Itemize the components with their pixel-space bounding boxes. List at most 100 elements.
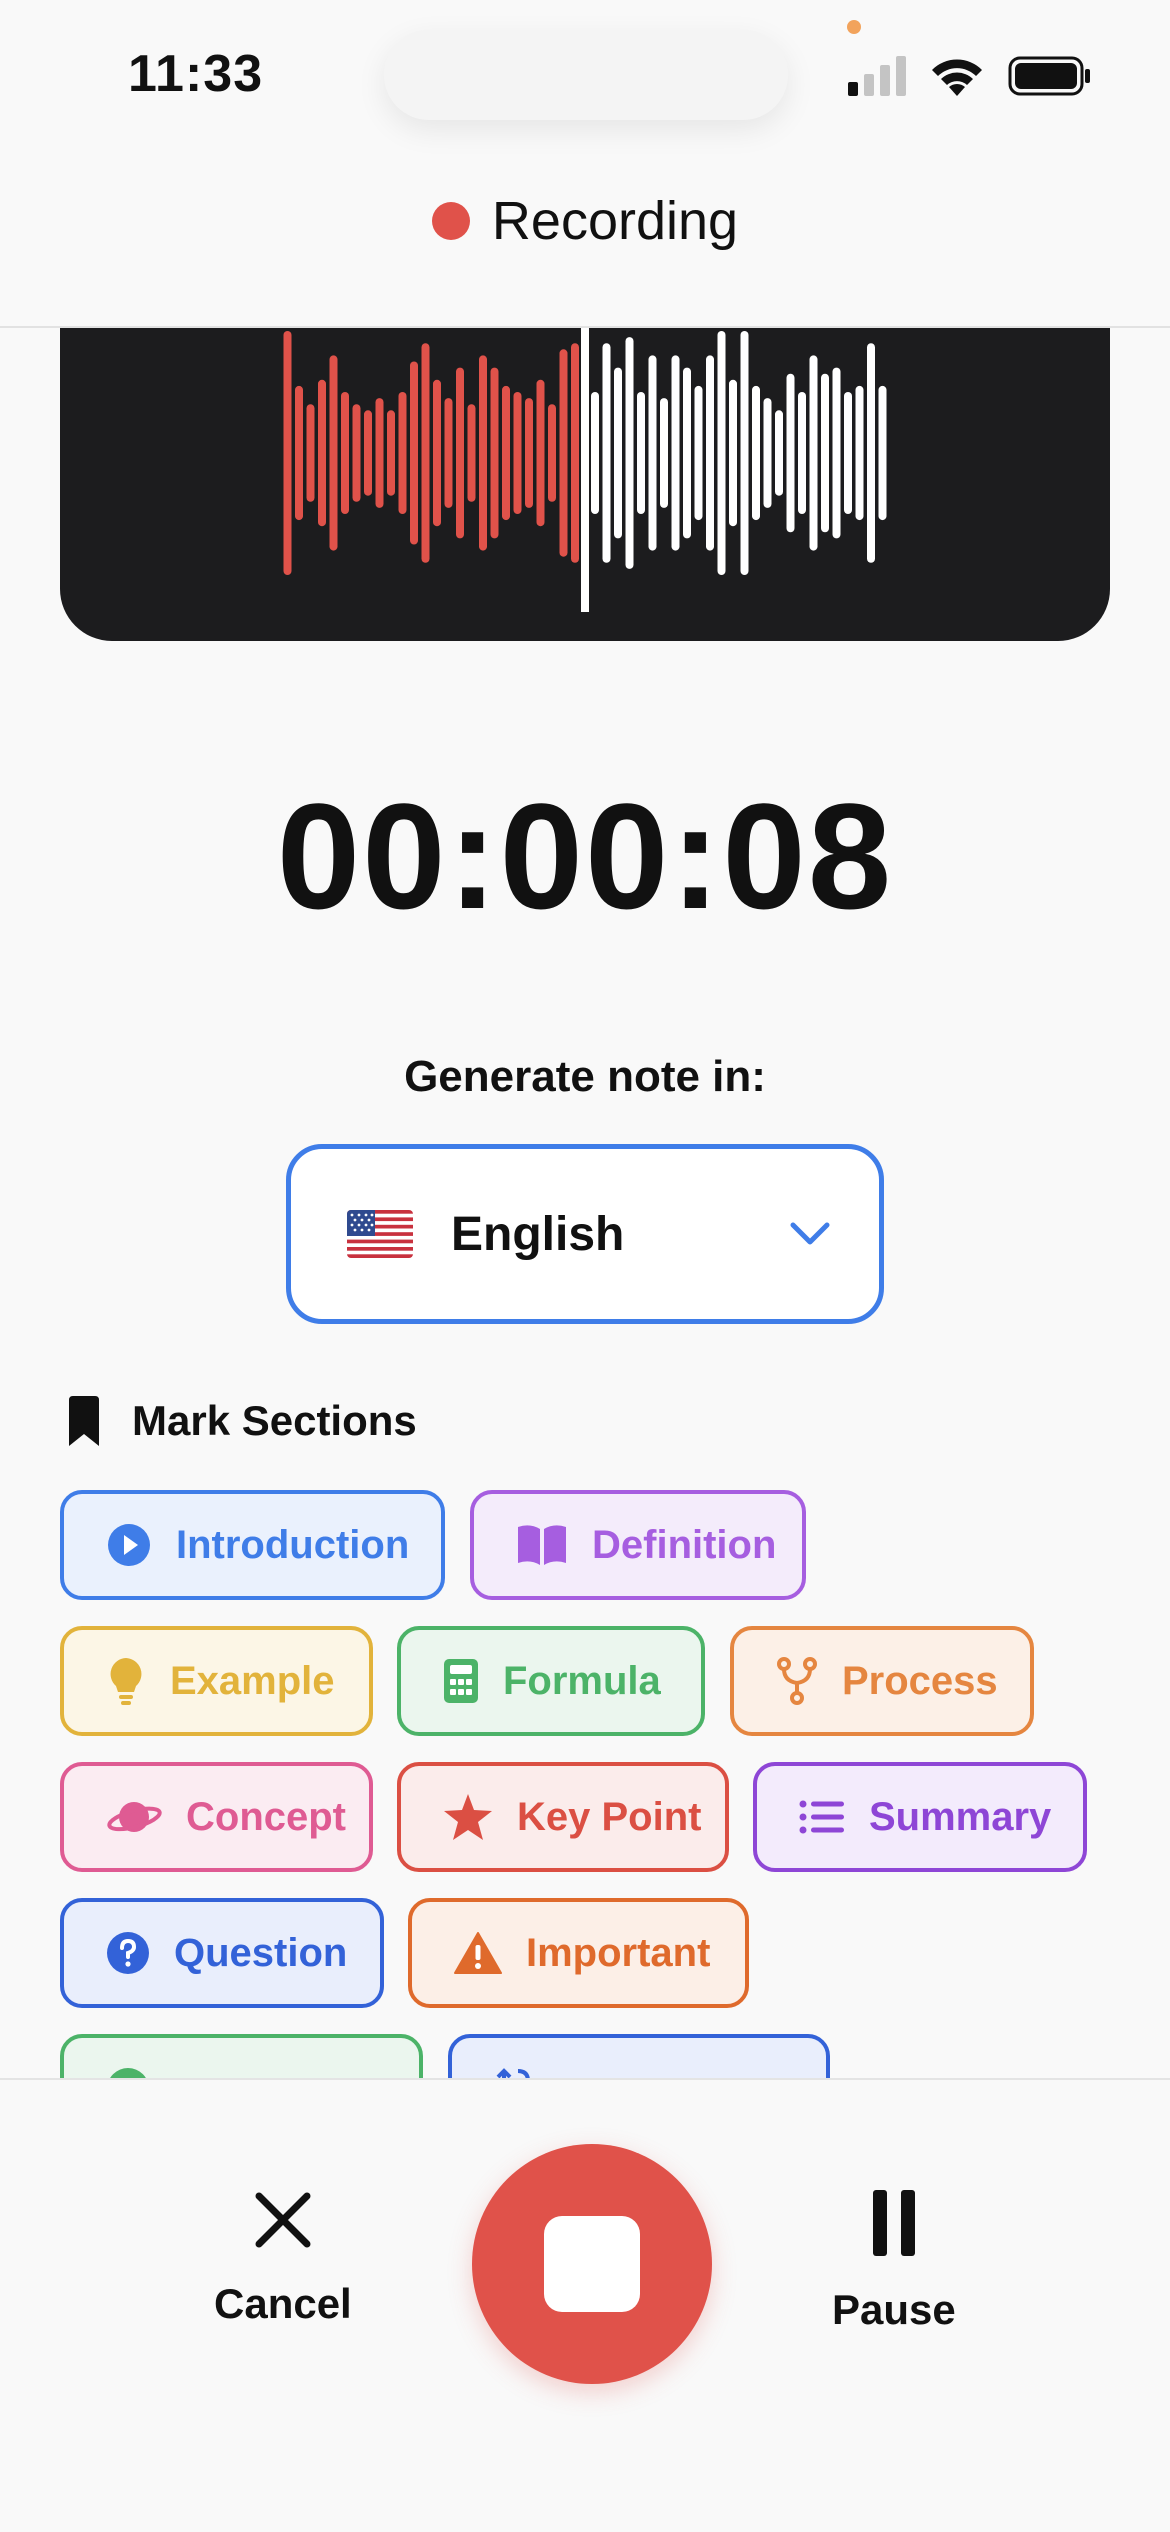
waveform-bar	[832, 367, 841, 539]
waveform-bar	[683, 367, 691, 539]
chip-label: Summary	[869, 1794, 1052, 1839]
warning-icon	[454, 1932, 502, 1974]
waveform-bar	[867, 343, 875, 563]
generate-note-label: Generate note in:	[404, 1052, 766, 1101]
star-icon	[444, 1794, 492, 1840]
chip-label: Definition	[592, 1522, 777, 1567]
chip-definition[interactable]: Definition	[470, 1490, 806, 1600]
chip-summary[interactable]: Summary	[753, 1762, 1087, 1872]
waveform-bar	[648, 355, 657, 551]
waveform-bar	[752, 385, 760, 521]
pause-icon	[872, 2190, 915, 2256]
stop-recording-button[interactable]	[472, 2144, 712, 2384]
waveform-bar	[513, 392, 522, 514]
playhead-line	[581, 328, 589, 612]
book-icon	[518, 1525, 566, 1565]
waveform-bar	[729, 379, 737, 527]
waveform-bar	[844, 392, 852, 514]
chip-partial-blue[interactable]	[448, 2034, 830, 2078]
waveform-bar	[398, 392, 407, 514]
waveform-bar	[444, 398, 453, 508]
waveform-bar	[821, 373, 829, 533]
waveform-bar	[717, 331, 726, 575]
waveform-bar	[421, 343, 430, 563]
waveform-bar	[329, 355, 338, 551]
waveform-bar	[559, 349, 568, 557]
chip-process[interactable]: Process	[730, 1626, 1034, 1736]
chip-label: Process	[842, 1658, 998, 1703]
chip-important[interactable]: Important	[408, 1898, 749, 2008]
chip-example[interactable]: Example	[60, 1626, 373, 1736]
waveform-bar	[456, 367, 464, 539]
waveform-bar	[548, 404, 556, 502]
waveform-bar	[306, 404, 315, 502]
waveform-bar	[467, 404, 476, 502]
waveform-bar	[490, 367, 499, 539]
close-icon	[255, 2192, 311, 2248]
calculator-icon	[444, 1659, 478, 1703]
status-time: 11:33	[128, 45, 264, 103]
chip-concept[interactable]: Concept	[60, 1762, 373, 1872]
chip-label: Concept	[186, 1794, 346, 1839]
mark-sections-title: Mark Sections	[132, 1397, 417, 1444]
chip-label: Formula	[503, 1658, 661, 1703]
chip-label: Key Point	[517, 1794, 702, 1839]
waveform-bar	[694, 385, 703, 521]
waveform-bar	[387, 410, 395, 496]
chip-introduction[interactable]: Introduction	[60, 1490, 445, 1600]
waveform-bar	[786, 373, 795, 533]
waveform	[283, 328, 887, 612]
chip-question[interactable]: Question	[60, 1898, 384, 2008]
waveform-bar	[625, 337, 634, 569]
waveform-bar	[571, 343, 579, 563]
waveform-bar	[614, 367, 622, 539]
waveform-bar	[536, 379, 545, 527]
language-dropdown[interactable]: English	[286, 1144, 884, 1324]
cancel-label: Cancel	[214, 2280, 352, 2327]
waveform-bar	[740, 331, 749, 575]
waveform-bar	[591, 392, 599, 514]
chip-partial-green[interactable]	[60, 2034, 423, 2078]
chevron-down-icon	[790, 1222, 830, 1245]
waveform-bar	[410, 361, 418, 545]
waveform-bar	[364, 410, 372, 496]
waveform-bar	[855, 385, 864, 521]
chip-formula[interactable]: Formula	[397, 1626, 705, 1736]
waveform-bar	[763, 398, 772, 508]
waveform-bar	[602, 343, 611, 563]
check-circle-icon	[110, 2068, 146, 2078]
waveform-bar	[706, 355, 714, 551]
chip-label: Question	[174, 1930, 348, 1975]
waveform-bar	[479, 355, 487, 551]
wifi-icon	[932, 59, 982, 96]
bookmark-icon	[69, 1396, 99, 1446]
recording-header: Recording	[0, 190, 1170, 252]
recording-label: Recording	[491, 191, 739, 251]
chip-label: Example	[170, 1658, 335, 1703]
privacy-indicator-dot	[847, 20, 861, 34]
recording-dot-icon	[431, 202, 470, 240]
waveform-bar	[775, 410, 783, 496]
waveform-bar	[502, 385, 510, 521]
waveform-bar	[375, 398, 384, 508]
lightbulb-icon	[110, 1658, 142, 1705]
pause-label: Pause	[832, 2286, 956, 2333]
battery-icon	[1008, 56, 1090, 96]
waveform-bar	[637, 392, 645, 514]
waveform-bar	[878, 385, 887, 521]
language-value: English	[451, 1207, 625, 1261]
pause-button[interactable]: Pause	[832, 2190, 956, 2334]
fork-icon	[777, 1657, 817, 1705]
waveform-bar	[283, 331, 292, 575]
waveform-bar	[660, 398, 668, 508]
chip-key-point[interactable]: Key Point	[397, 1762, 729, 1872]
cancel-button[interactable]: Cancel	[214, 2190, 352, 2328]
dynamic-island	[384, 30, 788, 120]
question-circle-icon	[107, 1932, 149, 1974]
mark-sections-header: Mark Sections	[66, 1396, 417, 1446]
status-icons	[848, 56, 1092, 96]
mark-chips-container: Introduction Definition Example Formula …	[0, 1480, 1170, 2078]
elapsed-timer: 00:00:08	[276, 772, 894, 940]
waveform-bar	[798, 392, 806, 514]
planet-icon	[107, 1802, 162, 1832]
